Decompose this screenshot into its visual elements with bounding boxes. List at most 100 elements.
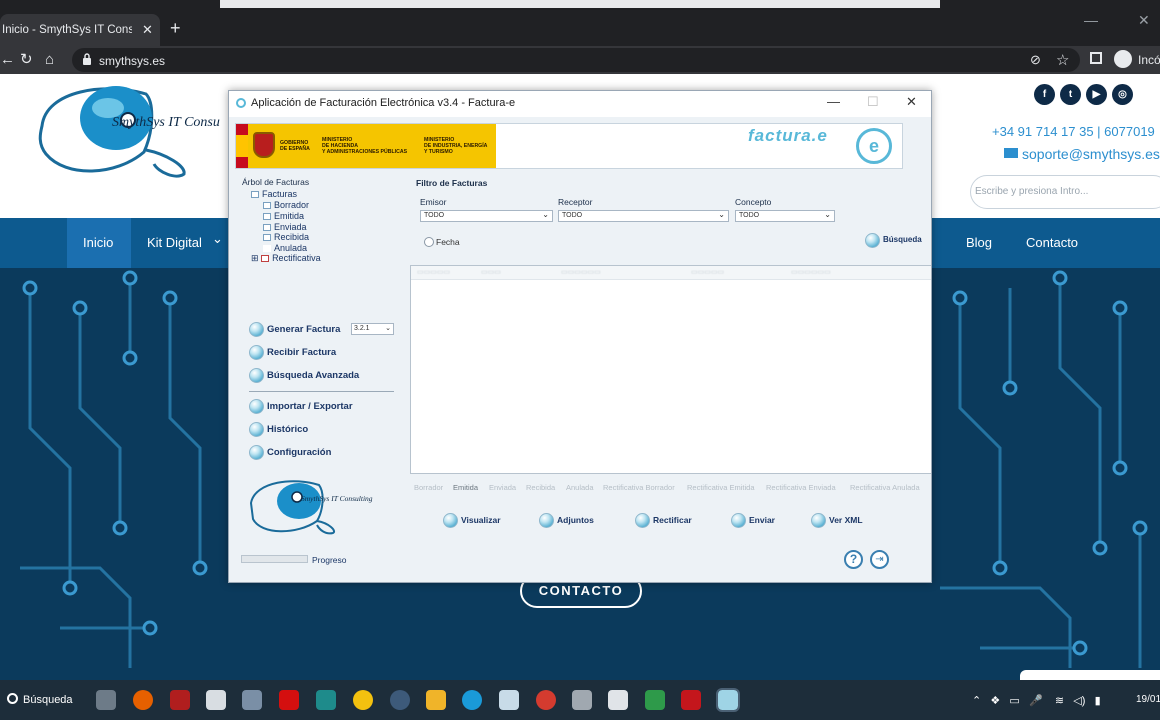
browser-tab[interactable]: Inicio - SmythSys IT Consulting. C ✕ xyxy=(0,14,160,46)
url-text: smythsys.es xyxy=(99,54,166,68)
calculator-icon[interactable] xyxy=(572,690,592,710)
bottom-logo-text: SmythSys IT Consulting xyxy=(301,494,373,503)
app-title: Aplicación de Facturación Electrónica v3… xyxy=(251,97,516,109)
filter-title: Filtro de Facturas xyxy=(416,178,488,188)
reload-icon[interactable]: ↻ xyxy=(20,51,33,69)
address-bar[interactable]: smythsys.es ⊘ ☆ xyxy=(72,48,1080,72)
facturae-taskbar-icon[interactable] xyxy=(716,688,740,712)
browser-minimize-button[interactable]: — xyxy=(1084,12,1098,28)
generic-app-icon[interactable] xyxy=(499,690,519,710)
back-icon[interactable]: ← xyxy=(0,51,15,69)
edge-icon[interactable] xyxy=(462,690,482,710)
snipping-tool-icon[interactable] xyxy=(206,690,226,710)
document-icon[interactable] xyxy=(608,690,628,710)
tab-anulada[interactable]: Anulada xyxy=(566,483,594,492)
concepto-label: Concepto xyxy=(735,197,772,207)
side-panel-icon[interactable] xyxy=(1090,52,1102,64)
orb-icon xyxy=(811,513,826,528)
tab-rectificativa-enviada[interactable]: Rectificativa Enviada xyxy=(766,483,836,492)
version-select[interactable]: 3.2.1 ⌄ xyxy=(351,323,394,335)
fecha-radio[interactable] xyxy=(424,237,434,247)
table-header: ▭▭▭▭▭ ▭▭▭ ▭▭▭▭▭▭ ▭▭▭▭▭ ▭▭▭▭▭▭ xyxy=(411,266,931,280)
tree-node-emitida[interactable]: Emitida xyxy=(263,211,304,221)
chevron-down-icon: ⌄ xyxy=(212,231,223,246)
firefox-icon[interactable] xyxy=(133,690,153,710)
tab-emitida[interactable]: Emitida xyxy=(453,483,478,492)
acrobat-icon[interactable] xyxy=(681,690,701,710)
orb-icon xyxy=(249,345,264,360)
bookmark-star-icon[interactable]: ☆ xyxy=(1056,51,1069,69)
tree-node-facturas[interactable]: Facturas xyxy=(251,189,297,199)
tree-node-enviada[interactable]: Enviada xyxy=(263,222,307,232)
filezilla-icon[interactable] xyxy=(170,690,190,710)
instagram-icon[interactable]: ◎ xyxy=(1112,84,1133,105)
netflix-icon[interactable] xyxy=(279,690,299,710)
tree-title: Árbol de Facturas xyxy=(242,177,310,187)
browser-close-button[interactable]: ✕ xyxy=(1138,12,1150,29)
smythsys-logo[interactable]: SmythSys IT Consu xyxy=(36,80,236,180)
spain-flag-icon xyxy=(236,124,248,168)
concepto-select[interactable]: TODO ⌄ xyxy=(735,210,835,222)
tab-rectificativa-emitida[interactable]: Rectificativa Emitida xyxy=(687,483,755,492)
network-icon[interactable] xyxy=(242,690,262,710)
smythsys-small-logo: SmythSys IT Consulting xyxy=(249,480,373,535)
tab-enviada[interactable]: Enviada xyxy=(489,483,516,492)
nav-item-inicio[interactable]: Inicio xyxy=(83,235,113,250)
chrome-icon[interactable] xyxy=(353,690,373,710)
app-maximize-button[interactable]: ☐ xyxy=(867,94,879,110)
gov-line2: DE ESPAÑA xyxy=(280,146,310,152)
chevron-down-icon: ⌄ xyxy=(824,210,831,219)
site-phone[interactable]: +34 91 714 17 35 | 6077019 xyxy=(992,124,1155,139)
facebook-icon[interactable]: f xyxy=(1034,84,1055,105)
bitwarden-icon[interactable] xyxy=(390,690,410,710)
incognito-avatar-icon[interactable] xyxy=(1114,50,1132,68)
app-titlebar[interactable]: Aplicación de Facturación Electrónica v3… xyxy=(229,91,931,117)
app-close-button[interactable]: ✕ xyxy=(906,94,917,110)
close-tab-icon[interactable]: ✕ xyxy=(142,22,153,38)
app-minimize-button[interactable]: — xyxy=(827,94,840,109)
notification-app-icon[interactable] xyxy=(536,690,556,710)
twitter-icon[interactable]: t xyxy=(1060,84,1081,105)
tab-recibida[interactable]: Recibida xyxy=(526,483,555,492)
site-search-input[interactable]: Escribe y presiona Intro... xyxy=(970,175,1160,209)
chevron-down-icon: ⌄ xyxy=(542,210,549,219)
tree-node-recibida[interactable]: Recibida xyxy=(263,232,309,242)
windows-taskbar: Búsqueda ⌃ ❖ ▭ 🎤 ≋ ◁) ▮ 19/01 xyxy=(0,680,1160,720)
search-icon[interactable] xyxy=(7,693,18,704)
app-banner: GOBIERNO DE ESPAÑA MINISTERIO DE HACIEND… xyxy=(235,123,903,169)
tree-node-anulada[interactable]: Anulada xyxy=(263,243,307,253)
system-tray[interactable]: ⌃ ❖ ▭ 🎤 ≋ ◁) ▮ xyxy=(972,694,1101,707)
youtube-icon[interactable]: ▶ xyxy=(1086,84,1107,105)
tab-rectificativa-anulada[interactable]: Rectificativa Anulada xyxy=(850,483,920,492)
table-header-cell: ▭▭▭▭▭ xyxy=(417,269,451,276)
tracking-blocked-icon[interactable]: ⊘ xyxy=(1030,52,1041,68)
orb-icon xyxy=(249,422,264,437)
spreadsheet-icon[interactable] xyxy=(645,690,665,710)
app-body: GOBIERNO DE ESPAÑA MINISTERIO DE HACIEND… xyxy=(229,117,931,582)
teal-app-icon[interactable] xyxy=(316,690,336,710)
tab-rectificativa-borrador[interactable]: Rectificativa Borrador xyxy=(603,483,675,492)
taskbar-search-label[interactable]: Búsqueda xyxy=(23,694,73,706)
orb-icon xyxy=(539,513,554,528)
nav-item-contacto[interactable]: Contacto xyxy=(1026,235,1078,250)
expand-icon[interactable]: ⊞ xyxy=(251,253,259,263)
file-explorer-icon[interactable] xyxy=(426,690,446,710)
exit-icon[interactable]: ⇥ xyxy=(870,550,889,569)
new-tab-button[interactable]: + xyxy=(170,18,181,38)
emisor-select[interactable]: TODO ⌄ xyxy=(420,210,553,222)
help-icon[interactable]: ? xyxy=(844,550,863,569)
nav-item-kit-digital[interactable]: Kit Digital xyxy=(147,235,202,250)
home-icon[interactable]: ⌂ xyxy=(45,51,54,69)
chevron-down-icon: ⌄ xyxy=(385,325,391,332)
tree-node-borrador[interactable]: Borrador xyxy=(263,200,309,210)
orb-icon xyxy=(249,368,264,383)
incognito-label[interactable]: Incó xyxy=(1138,53,1160,67)
receptor-select[interactable]: TODO ⌄ xyxy=(558,210,729,222)
tab-borrador[interactable]: Borrador xyxy=(414,483,443,492)
results-table[interactable]: ▭▭▭▭▭ ▭▭▭ ▭▭▭▭▭▭ ▭▭▭▭▭ ▭▭▭▭▭▭ xyxy=(410,265,931,474)
ministry1-line3: Y ADMINISTRACIONES PÚBLICAS xyxy=(322,149,408,155)
browser-tab-strip: Inicio - SmythSys IT Consulting. C ✕ + —… xyxy=(0,0,1160,46)
task-view-icon[interactable] xyxy=(96,690,116,710)
nav-item-blog[interactable]: Blog xyxy=(966,235,992,250)
tree-node-rectificativa[interactable]: ⊞ Rectificativa xyxy=(251,253,321,264)
